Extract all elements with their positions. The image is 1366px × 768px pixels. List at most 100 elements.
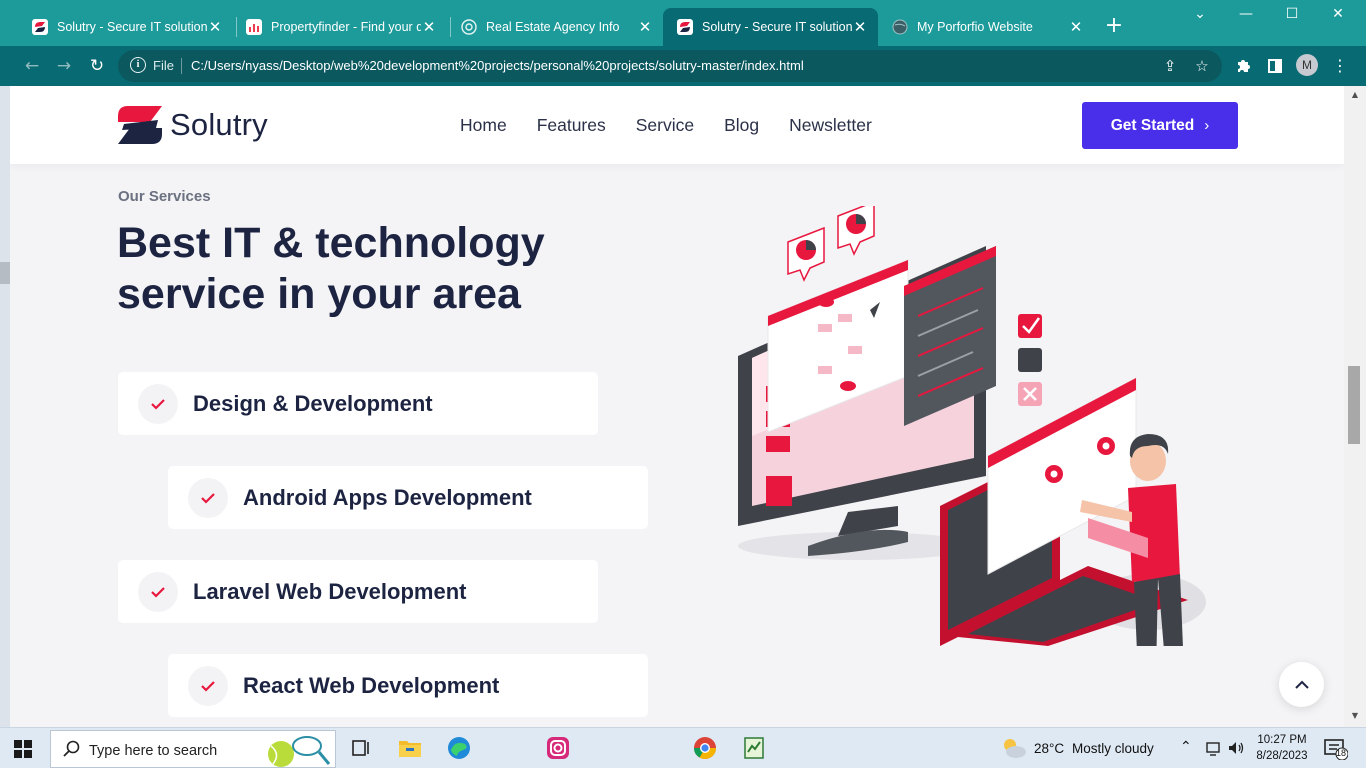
share-icon[interactable]: ⇪ [1160,56,1180,76]
tab-title: Propertyfinder - Find your dream [271,20,421,34]
service-card[interactable]: Android Apps Development [168,466,648,529]
close-icon[interactable]: ✕ [852,18,868,36]
system-clock[interactable]: 10:27 PM 8/28/2023 [1250,732,1314,764]
tab-title: Solutry - Secure IT solutions [702,20,852,34]
tab-propertyfinder[interactable]: Propertyfinder - Find your dream ✕ [232,8,447,46]
tab-search-chevron-icon[interactable]: ⌄ [1180,6,1220,26]
tab-title: My Porforfio Website [917,20,1033,34]
side-panel-icon[interactable] [1263,54,1287,78]
extensions-puzzle-icon[interactable] [1231,54,1255,78]
instagram-icon[interactable] [544,734,572,762]
check-icon [138,383,178,424]
solutry-favicon [32,19,48,35]
section-headline: Best IT & technology service in your are… [117,218,677,320]
main-nav: Home Features Service Blog Newsletter [460,115,902,136]
task-view-icon[interactable] [347,734,375,762]
scroll-to-top-button[interactable] [1279,662,1324,707]
tennis-doodle-icon [268,736,331,767]
tab-solutry-active[interactable]: Solutry - Secure IT solutions ✕ [663,8,878,46]
weather-description[interactable]: Mostly cloudy [1072,741,1154,756]
chrome-icon[interactable] [691,734,719,762]
nav-newsletter[interactable]: Newsletter [789,115,872,136]
scroll-up-arrow-icon[interactable]: ▲ [1348,90,1362,99]
service-card[interactable]: Design & Development [118,372,598,435]
left-gutter [0,86,10,727]
scheme-label: File [153,58,174,73]
edge-browser-icon[interactable] [445,734,473,762]
tab-title: Real Estate Agency Info [486,20,620,34]
section-eyebrow: Our Services [118,188,211,205]
openai-favicon [461,19,477,35]
address-bar[interactable]: i File C:/Users/nyass/Desktop/web%20deve… [118,50,1222,82]
service-label: Laravel Web Development [193,578,467,604]
page-viewport: Solutry Home Features Service Blog Newsl… [10,86,1344,727]
nav-features[interactable]: Features [537,115,606,136]
close-icon[interactable]: ✕ [421,18,437,36]
omnibox-divider [181,58,182,74]
url-text[interactable]: C:/Users/nyass/Desktop/web%20development… [191,58,804,73]
nav-service[interactable]: Service [636,115,694,136]
nav-home[interactable]: Home [460,115,507,136]
close-icon[interactable]: ✕ [1068,18,1084,36]
nav-blog[interactable]: Blog [724,115,759,136]
scroll-down-arrow-icon[interactable]: ▼ [1348,711,1362,720]
clock-date: 8/28/2023 [1256,750,1308,762]
file-explorer-icon[interactable] [396,734,424,762]
notes-app-icon[interactable] [740,734,768,762]
taskbar-search-box[interactable]: Type here to search [50,730,336,768]
tab-solutry-1[interactable]: Solutry - Secure IT solutions ✕ [18,8,233,46]
tab-title: Solutry - Secure IT solutions [57,20,207,34]
tab-portfolio[interactable]: My Porforfio Website ✕ [878,8,1094,46]
service-card[interactable]: React Web Development [168,654,648,717]
weather-temp[interactable]: 28°C [1034,741,1064,756]
maximize-button[interactable]: ☐ [1272,6,1312,26]
check-icon [188,665,228,706]
star-icon[interactable]: ☆ [1192,56,1212,76]
headline-line-2: service in your area [117,270,521,318]
headline-line-1: Best IT & technology [117,219,545,267]
solutry-logo-icon [118,106,162,144]
weather-cloudy-icon[interactable] [1000,736,1028,760]
service-card[interactable]: Laravel Web Development [118,560,598,623]
volume-icon[interactable] [1227,740,1245,756]
windows-start-icon[interactable] [14,740,32,758]
chevron-up-icon [1294,680,1309,689]
propertyfinder-favicon [246,19,262,35]
close-icon[interactable]: ✕ [637,18,653,36]
windows-taskbar: Type here to search 28°C Mostly cloudy ⌃… [0,727,1366,768]
notification-count: 18 [1336,748,1347,758]
browser-toolbar: ← → ↻ i File C:/Users/nyass/Desktop/web%… [0,46,1366,86]
kebab-menu-icon[interactable]: ⋮ [1328,54,1352,78]
service-label: Design & Development [193,390,433,416]
tab-strip: Solutry - Secure IT solutions ✕ Property… [0,0,1366,46]
service-label: Android Apps Development [243,484,532,510]
minimize-button[interactable]: — [1226,6,1266,26]
check-icon [188,477,228,518]
info-icon[interactable]: i [130,57,146,73]
reload-icon[interactable]: ↻ [85,54,109,78]
site-logo[interactable]: Solutry [118,106,268,144]
chevron-right-icon: › [1204,117,1210,134]
profile-avatar[interactable]: M [1296,54,1318,76]
site-header: Solutry Home Features Service Blog Newsl… [10,86,1344,164]
new-tab-button[interactable]: + [1102,14,1126,38]
globe-icon [892,19,908,35]
tab-real-estate[interactable]: Real Estate Agency Info ✕ [447,8,663,46]
vertical-scrollbar[interactable]: ▲ ▼ [1344,86,1366,727]
get-started-button[interactable]: Get Started › [1082,102,1238,149]
scrollbar-thumb[interactable] [1348,366,1360,444]
search-icon [63,740,80,757]
it-services-illustration [738,206,1206,646]
clock-time: 10:27 PM [1257,734,1307,746]
close-window-button[interactable]: ✕ [1318,6,1358,26]
solutry-favicon [677,19,693,35]
network-icon[interactable] [1206,740,1220,756]
forward-arrow-icon[interactable]: → [52,54,76,78]
service-label: React Web Development [243,672,500,698]
close-icon[interactable]: ✕ [207,18,223,36]
search-placeholder: Type here to search [89,743,218,759]
back-arrow-icon[interactable]: ← [20,54,44,78]
gutter-marker [0,262,10,284]
cta-label: Get Started [1110,116,1195,134]
tray-chevron-up-icon[interactable]: ⌃ [1180,738,1192,755]
